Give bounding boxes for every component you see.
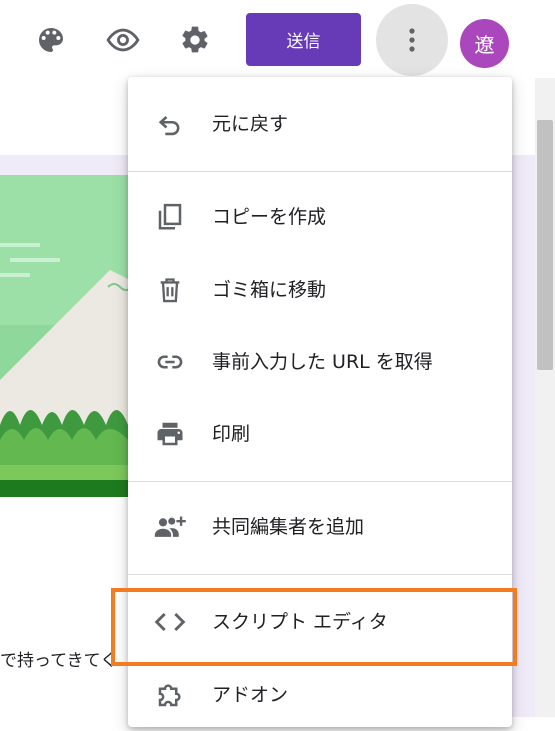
menu-item-add-ons[interactable]: アドオン [128,659,512,731]
menu-item-add-collaborators[interactable]: 共同編集者を追加 [128,491,512,563]
menu-item-make-copy[interactable]: コピーを作成 [128,181,512,253]
menu-divider [128,574,512,575]
send-button[interactable]: 送信 [246,13,361,66]
script-editor-highlight-box [111,588,517,666]
eye-icon[interactable] [103,20,143,60]
menu-item-print[interactable]: 印刷 [128,398,512,470]
link-icon [150,346,190,378]
more-options-button[interactable] [376,4,448,76]
menu-divider [128,481,512,482]
add-people-icon [150,511,190,543]
scrollbar-thumb[interactable] [537,120,553,370]
menu-item-label: アドオン [212,684,289,706]
menu-item-prefilled-url[interactable]: 事前入力した URL を取得 [128,326,512,398]
menu-item-move-to-trash[interactable]: ゴミ箱に移動 [128,254,512,326]
form-description-text: で持ってきてく [0,651,118,671]
menu-item-label: 事前入力した URL を取得 [212,351,433,373]
avatar[interactable]: 遼 [460,19,509,68]
undo-icon [150,108,190,140]
menu-item-undo[interactable]: 元に戻す [128,88,512,160]
form-header-image [0,175,128,497]
menu-item-label: 共同編集者を追加 [212,516,365,538]
menu-item-label: ゴミ箱に移動 [212,279,327,301]
trash-icon [150,274,190,306]
menu-item-label: 印刷 [212,423,251,445]
menu-item-label: コピーを作成 [212,206,327,228]
print-icon [150,418,190,450]
top-toolbar: 送信 遼 [0,0,555,78]
copy-icon [150,201,190,233]
menu-item-label: 元に戻す [212,113,289,135]
more-vert-icon [409,28,415,52]
menu-divider [128,171,512,172]
puzzle-icon [150,679,190,711]
palette-icon[interactable] [31,20,71,60]
gear-icon[interactable] [175,20,215,60]
